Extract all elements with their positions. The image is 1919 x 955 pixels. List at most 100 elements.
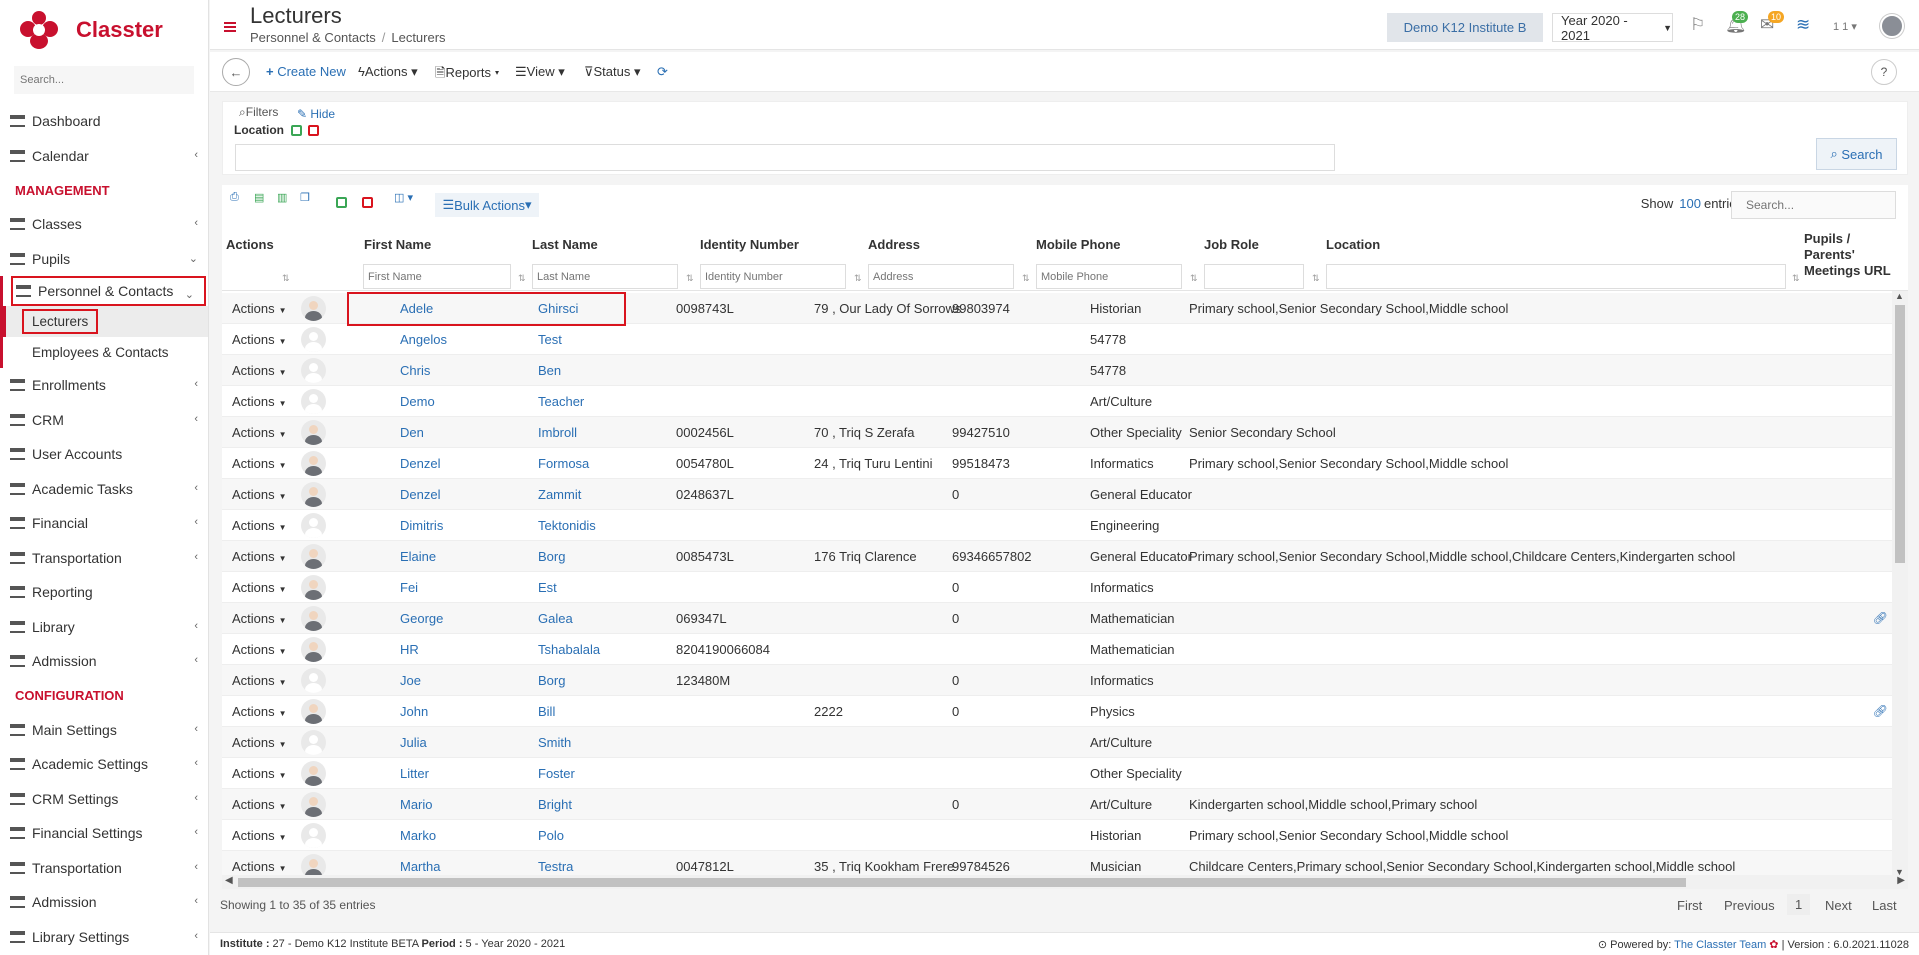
last-name-cell[interactable]: Galea — [538, 611, 573, 626]
location-filter-input[interactable] — [235, 144, 1335, 171]
user-avatar[interactable] — [1880, 14, 1904, 38]
table-row[interactable]: Actions ▼ Chris Ben 54778 — [222, 355, 1892, 386]
sidebar-item-transportation[interactable]: Transportation ‹ — [0, 541, 208, 576]
col-identity-number[interactable]: Identity Number — [700, 237, 799, 252]
first-name-cell[interactable]: Dimitris — [400, 518, 443, 533]
select-all-rows-icon[interactable] — [336, 197, 347, 208]
scroll-right-icon[interactable]: ▶ — [1897, 875, 1905, 886]
table-row[interactable]: Actions ▼ Julia Smith Art/Culture — [222, 727, 1892, 758]
sidebar-item-user-accounts[interactable]: User Accounts — [0, 437, 208, 472]
logo[interactable]: Classter — [0, 0, 208, 60]
sort-icon[interactable]: ⇅ — [518, 273, 526, 284]
row-actions-dropdown[interactable]: Actions ▼ — [232, 425, 287, 440]
first-name-cell[interactable]: Marko — [400, 828, 436, 843]
first-name-cell[interactable]: John — [400, 704, 428, 719]
col-mobile-phone[interactable]: Mobile Phone — [1036, 237, 1121, 252]
row-actions-dropdown[interactable]: Actions ▼ — [232, 487, 287, 502]
user-count[interactable]: 1 1 ▾ — [1833, 20, 1857, 33]
scroll-left-icon[interactable]: ◀ — [225, 875, 233, 886]
col-first-name[interactable]: First Name — [364, 237, 431, 252]
table-row[interactable]: Actions ▼ Fei Est 0 Informatics — [222, 572, 1892, 603]
row-actions-dropdown[interactable]: Actions ▼ — [232, 363, 287, 378]
link-icon[interactable]: 🔗︎ — [1873, 611, 1888, 625]
row-actions-dropdown[interactable]: Actions ▼ — [232, 332, 287, 347]
sidebar-item-pupils[interactable]: Pupils ⌄ — [0, 242, 208, 277]
refresh-icon[interactable]: ⟳ — [657, 64, 668, 80]
sidebar-item-main-settings[interactable]: Main Settings ‹ — [0, 713, 208, 748]
row-actions-dropdown[interactable]: Actions ▼ — [232, 766, 287, 781]
first-name-cell[interactable]: Angelos — [400, 332, 447, 347]
identity-number-filter[interactable] — [700, 264, 846, 289]
sidebar-item-crm-settings[interactable]: CRM Settings ‹ — [0, 782, 208, 817]
sidebar-item-library-settings[interactable]: Library Settings ‹ — [0, 920, 208, 955]
create-new-button[interactable]: + Create New — [266, 64, 346, 79]
page-next[interactable]: Next — [1825, 898, 1852, 913]
sidebar-item-classes[interactable]: Classes ‹ — [0, 207, 208, 242]
last-name-cell[interactable]: Tektonidis — [538, 518, 596, 533]
sidebar-item-financial[interactable]: Financial ‹ — [0, 506, 208, 541]
first-name-cell[interactable]: Mario — [400, 797, 433, 812]
view-menu[interactable]: ☰View ▾ — [515, 64, 565, 80]
scrollbar-thumb[interactable] — [238, 878, 1686, 887]
copy-icon[interactable]: ❐ — [300, 191, 310, 204]
last-name-filter[interactable] — [532, 264, 678, 289]
sort-icon[interactable]: ⇅ — [686, 273, 694, 284]
print-icon[interactable]: ⎙ — [230, 191, 239, 204]
row-actions-dropdown[interactable]: Actions ▼ — [232, 735, 287, 750]
table-row[interactable]: Actions ▼ Angelos Test 54778 — [222, 324, 1892, 355]
table-row[interactable]: Actions ▼ Adele Ghirsci 0098743L 79 , Our Lad… — [222, 293, 1892, 324]
sidebar-item-transportation[interactable]: Transportation ‹ — [0, 851, 208, 886]
row-actions-dropdown[interactable]: Actions ▼ — [232, 673, 287, 688]
sort-icon[interactable]: ⇅ — [282, 273, 290, 284]
first-name-cell[interactable]: Adele — [400, 301, 433, 316]
table-row[interactable]: Actions ▼ HR Tshabalala 8204190066084 Mathema… — [222, 634, 1892, 665]
last-name-cell[interactable]: Formosa — [538, 456, 589, 471]
table-row[interactable]: Actions ▼ Marko Polo Historian Primary school… — [222, 820, 1892, 851]
table-row[interactable]: Actions ▼ Elaine Borg 0085473L 176 Triq Clare… — [222, 541, 1892, 572]
last-name-cell[interactable]: Bright — [538, 797, 572, 812]
location-column-filter[interactable] — [1326, 264, 1786, 289]
scroll-up-icon[interactable]: ▲ — [1895, 291, 1904, 301]
last-name-cell[interactable]: Borg — [538, 549, 565, 564]
page-current[interactable]: 1 — [1787, 894, 1811, 915]
last-name-cell[interactable]: Ben — [538, 363, 561, 378]
sidebar-item-academic-tasks[interactable]: Academic Tasks ‹ — [0, 472, 208, 507]
row-actions-dropdown[interactable]: Actions ▼ — [232, 642, 287, 657]
entries-select[interactable]: 100 — [1679, 196, 1701, 211]
row-actions-dropdown[interactable]: Actions ▼ — [232, 611, 287, 626]
bulk-actions-button[interactable]: ☰ Bulk Actions ▾ — [435, 193, 539, 217]
first-name-cell[interactable]: Chris — [400, 363, 430, 378]
last-name-cell[interactable]: Bill — [538, 704, 555, 719]
actions-menu[interactable]: ϟActions ▾ — [358, 64, 418, 80]
page-first[interactable]: First — [1677, 898, 1702, 913]
row-actions-dropdown[interactable]: Actions ▼ — [232, 518, 287, 533]
first-name-cell[interactable]: Den — [400, 425, 424, 440]
col-address[interactable]: Address — [868, 237, 920, 252]
table-search-input[interactable] — [1731, 191, 1896, 219]
last-name-cell[interactable]: Teacher — [538, 394, 584, 409]
classter-team-link[interactable]: The Classter Team — [1674, 939, 1766, 951]
first-name-cell[interactable]: Joe — [400, 673, 421, 688]
sidebar-item-enrollments[interactable]: Enrollments ‹ — [0, 368, 208, 403]
sidebar-item-dashboard[interactable]: Dashboard — [0, 104, 208, 139]
row-actions-dropdown[interactable]: Actions ▼ — [232, 828, 287, 843]
sidebar-item-personnel-contacts[interactable]: Personnel & Contacts ⌄ — [11, 276, 206, 306]
row-actions-dropdown[interactable]: Actions ▼ — [232, 549, 287, 564]
last-name-cell[interactable]: Ghirsci — [538, 301, 578, 316]
sidebar-item-admission[interactable]: Admission ‹ — [0, 644, 208, 679]
col-job-role[interactable]: Job Role — [1204, 237, 1259, 252]
vertical-scrollbar[interactable]: ▲ ▼ — [1892, 291, 1908, 877]
first-name-cell[interactable]: HR — [400, 642, 419, 657]
sidebar-item-calendar[interactable]: Calendar ‹ — [0, 139, 208, 174]
sidebar-sub-employees[interactable]: Employees & Contacts — [3, 337, 208, 368]
year-select[interactable]: Year 2020 - 2021 ▼ — [1552, 13, 1673, 43]
first-name-cell[interactable]: Litter — [400, 766, 429, 781]
sidebar-item-library[interactable]: Library ‹ — [0, 610, 208, 645]
horizontal-scrollbar[interactable]: ◀ ▶ — [222, 875, 1908, 889]
first-name-cell[interactable]: Julia — [400, 735, 427, 750]
sort-icon[interactable]: ⇅ — [854, 273, 862, 284]
row-actions-dropdown[interactable]: Actions ▼ — [232, 797, 287, 812]
scrollbar-thumb[interactable] — [1895, 305, 1905, 563]
row-actions-dropdown[interactable]: Actions ▼ — [232, 704, 287, 719]
last-name-cell[interactable]: Tshabalala — [538, 642, 600, 657]
